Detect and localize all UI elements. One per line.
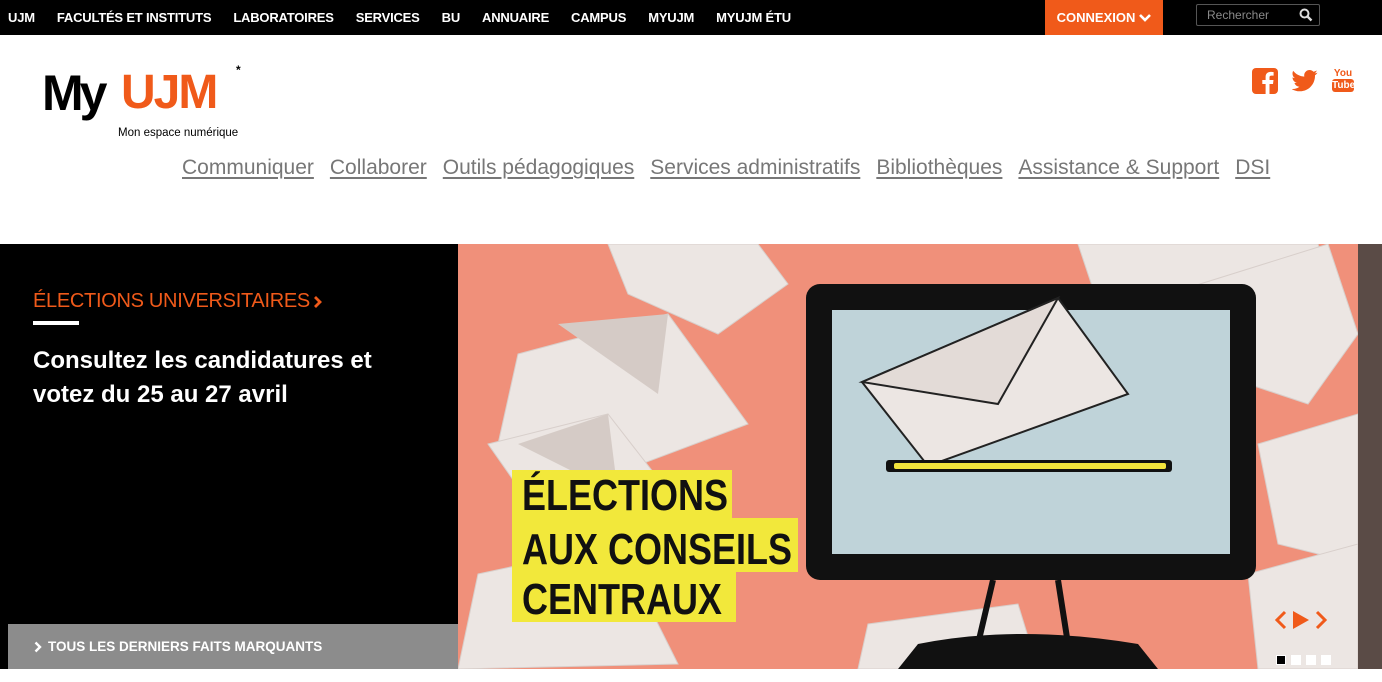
myujm-logo[interactable]: My UJM * Mon espace numérique (42, 62, 247, 142)
play-icon[interactable] (1292, 610, 1310, 630)
chevron-right-icon (34, 641, 42, 652)
carousel-controls (1274, 610, 1328, 630)
image-text-line-3: CENTRAUX (522, 575, 722, 624)
nav-collaborer[interactable]: Collaborer (330, 156, 427, 180)
hero-carousel: ÉLECTIONS UNIVERSITAIRES Consultez les c… (0, 244, 1382, 669)
topnav-facultes[interactable]: FACULTÉS ET INSTITUTS (57, 10, 212, 25)
top-bar: UJM FACULTÉS ET INSTITUTS LABORATOIRES S… (0, 0, 1382, 35)
topnav-myujm-etu[interactable]: MYUJM ÉTU (716, 10, 791, 25)
search-box (1196, 4, 1320, 26)
social-links: You Tube (1252, 68, 1356, 99)
elections-illustration: ÉLECTIONS AUX CONSEILS CENTRAUX (458, 244, 1358, 669)
main-nav: Communiquer Collaborer Outils pédagogiqu… (182, 156, 1270, 180)
nav-assistance-support[interactable]: Assistance & Support (1018, 156, 1219, 180)
chevron-down-icon (1139, 13, 1152, 22)
slide-dot[interactable] (1276, 655, 1286, 665)
carousel-dots (1276, 655, 1331, 665)
topnav-campus[interactable]: CAMPUS (571, 10, 626, 25)
nav-communiquer[interactable]: Communiquer (182, 156, 314, 180)
login-label: CONNEXION (1056, 10, 1136, 25)
chevron-right-icon (313, 295, 322, 308)
top-nav: UJM FACULTÉS ET INSTITUTS LABORATOIRES S… (0, 0, 805, 35)
nav-bibliotheques[interactable]: Bibliothèques (876, 156, 1002, 180)
kicker-underline (33, 321, 79, 325)
all-news-label: TOUS LES DERNIERS FAITS MARQUANTS (48, 639, 323, 654)
facebook-icon[interactable] (1252, 68, 1278, 99)
topnav-bu[interactable]: BU (442, 10, 461, 25)
next-slide-preview (1358, 244, 1382, 669)
image-text-line-1: ÉLECTIONS (522, 471, 728, 520)
slide-dot[interactable] (1321, 655, 1331, 665)
chevron-right-icon[interactable] (1314, 610, 1328, 630)
logo-graphic: My UJM * Mon espace numérique (42, 63, 241, 139)
slide-dot[interactable] (1291, 655, 1301, 665)
nav-outils-pedagogiques[interactable]: Outils pédagogiques (443, 156, 634, 180)
all-news-button[interactable]: TOUS LES DERNIERS FAITS MARQUANTS (8, 624, 458, 669)
nav-dsi[interactable]: DSI (1235, 156, 1270, 180)
hero-caption-panel: ÉLECTIONS UNIVERSITAIRES Consultez les c… (0, 244, 458, 669)
youtube-top-label: You (1333, 68, 1353, 79)
chevron-left-icon[interactable] (1274, 610, 1288, 630)
topnav-myujm[interactable]: MYUJM (648, 10, 694, 25)
topnav-laboratoires[interactable]: LABORATOIRES (233, 10, 334, 25)
topnav-ujm[interactable]: UJM (8, 10, 35, 25)
image-text-line-2: AUX CONSEILS (522, 525, 792, 574)
logo-tagline: Mon espace numérique (118, 127, 238, 139)
search-input[interactable] (1207, 8, 1293, 22)
slide-dot[interactable] (1306, 655, 1316, 665)
logo-ujm: UJM (121, 66, 216, 119)
hero-title[interactable]: Consultez les candidatures et votez du 2… (33, 344, 433, 412)
nav-services-administratifs[interactable]: Services administratifs (650, 156, 860, 180)
logo-my: My (42, 65, 108, 121)
hero-kicker-link[interactable]: ÉLECTIONS UNIVERSITAIRES (33, 290, 323, 313)
logo-asterisk: * (236, 63, 241, 77)
login-button[interactable]: CONNEXION (1045, 0, 1163, 35)
youtube-icon[interactable]: You Tube (1332, 68, 1356, 99)
hero-image[interactable]: ÉLECTIONS AUX CONSEILS CENTRAUX (458, 244, 1358, 669)
hero-kicker: ÉLECTIONS UNIVERSITAIRES (33, 290, 310, 312)
topnav-services[interactable]: SERVICES (356, 10, 420, 25)
twitter-icon[interactable] (1291, 70, 1318, 99)
youtube-bottom-label: Tube (1332, 79, 1356, 92)
topnav-annuaire[interactable]: ANNUAIRE (482, 10, 549, 25)
search-icon[interactable] (1299, 8, 1313, 22)
